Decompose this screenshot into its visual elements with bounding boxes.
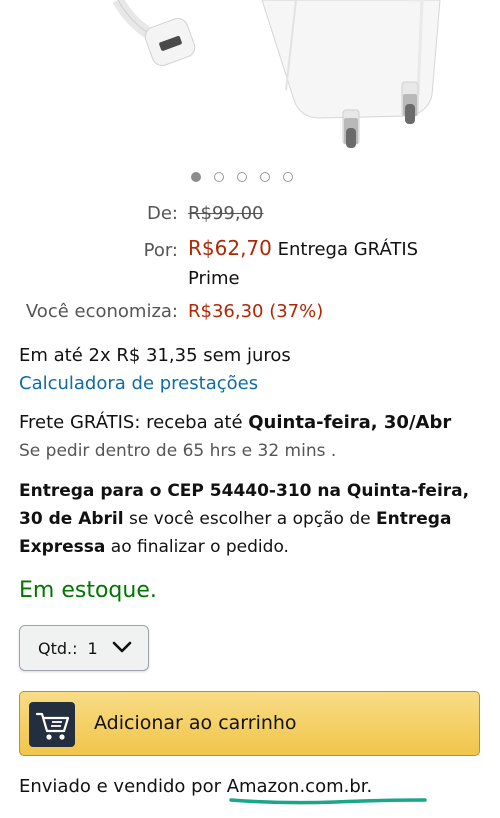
list-price-label: De: xyxy=(147,203,178,224)
image-carousel-dots xyxy=(191,172,293,182)
add-to-cart-button[interactable]: Adicionar ao carrinho xyxy=(19,691,480,756)
quantity-dropdown[interactable]: Qtd.: 1 xyxy=(19,625,149,671)
free-shipping-prefix: Frete GRÁTIS: receba até xyxy=(19,412,249,433)
carousel-dot[interactable] xyxy=(191,172,201,182)
prime-label: Prime xyxy=(188,268,240,289)
free-shipping-date: Quinta-feira, 30/Abr xyxy=(248,412,452,433)
express-delivery-cep: Entrega para o CEP 54440-310 na Quinta-f… xyxy=(19,481,470,501)
order-within-text: Se pedir dentro de 65 hrs e 32 mins . xyxy=(19,441,337,461)
quantity-label: Qtd.: xyxy=(38,638,78,658)
carousel-dot[interactable] xyxy=(283,172,293,182)
carousel-dot[interactable] xyxy=(214,172,224,182)
savings-value: R$36,30 (37%) xyxy=(188,301,324,322)
express-delivery-text: Entrega para o CEP 54440-310 na Quinta-f… xyxy=(19,477,489,561)
stock-status: Em estoque. xyxy=(19,578,157,603)
carousel-dot[interactable] xyxy=(260,172,270,182)
add-to-cart-label: Adicionar ao carrinho xyxy=(94,712,297,734)
delivery-free-label: Entrega GRÁTIS xyxy=(277,239,419,260)
price-label: Por: xyxy=(143,240,178,261)
savings-label: Você economiza: xyxy=(25,301,178,322)
chevron-down-icon xyxy=(112,639,132,658)
quantity-value: 1 xyxy=(87,638,98,658)
seller-prefix: Enviado e vendido por xyxy=(19,776,227,797)
cart-icon xyxy=(29,702,75,747)
carousel-dot[interactable] xyxy=(237,172,247,182)
installments-text: Em até 2x R$ 31,35 sem juros xyxy=(19,345,291,366)
annotation-underline xyxy=(229,798,427,805)
sale-price: R$62,70 xyxy=(188,236,272,260)
list-price: R$99,00 xyxy=(188,203,264,224)
free-shipping-line: Frete GRÁTIS: receba até Quinta-feira, 3… xyxy=(19,412,451,433)
product-image[interactable] xyxy=(0,0,500,165)
price-line: R$62,70 Entrega GRÁTIS xyxy=(188,236,418,260)
express-option-2: Expressa xyxy=(19,537,106,557)
express-delivery-mid: se você escolher a opção de xyxy=(123,509,377,529)
installment-calculator-link[interactable]: Calculadora de prestações xyxy=(19,373,258,394)
express-delivery-date: 30 de Abril xyxy=(19,509,124,529)
express-option-1: Entrega xyxy=(376,509,452,529)
charger-illustration xyxy=(112,0,441,148)
express-delivery-end: ao finalizar o pedido. xyxy=(105,537,289,557)
